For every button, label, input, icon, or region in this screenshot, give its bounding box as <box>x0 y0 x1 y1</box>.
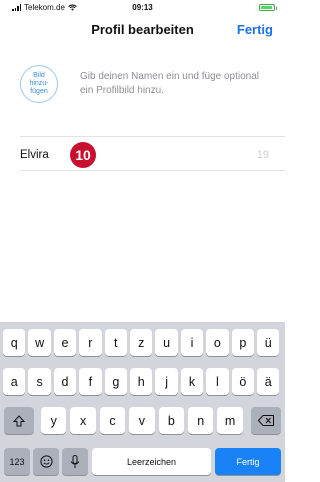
key-f[interactable]: f <box>79 368 102 395</box>
key-p[interactable]: p <box>231 329 254 356</box>
microphone-key[interactable] <box>62 448 88 475</box>
key-ü[interactable]: ü <box>257 329 280 356</box>
key-i[interactable]: i <box>180 329 204 356</box>
key-x[interactable]: x <box>70 407 96 434</box>
delete-icon <box>258 415 274 426</box>
remaining-char-count: 19 <box>256 149 269 161</box>
shift-icon <box>13 414 25 426</box>
key-h[interactable]: h <box>130 368 153 395</box>
key-n[interactable]: n <box>188 407 214 434</box>
key-v[interactable]: v <box>129 407 155 434</box>
key-k[interactable]: k <box>180 368 204 395</box>
key-l[interactable]: l <box>206 368 229 395</box>
shift-key[interactable] <box>4 407 34 434</box>
phone-screen: Telekom.de 09:13 Profil bearbeiten Ferti… <box>0 0 285 482</box>
status-time: 09:13 <box>132 3 153 12</box>
add-photo-label: Bild hinzu- fügen <box>29 72 49 95</box>
microphone-icon <box>70 454 80 468</box>
key-ä[interactable]: ä <box>257 368 280 395</box>
battery-icon <box>259 4 277 11</box>
key-w[interactable]: w <box>28 329 51 356</box>
numbers-key[interactable]: 123 <box>4 448 30 475</box>
key-b[interactable]: b <box>158 407 184 434</box>
key-e[interactable]: e <box>53 329 77 356</box>
add-photo-button[interactable]: Bild hinzu- fügen <box>20 65 58 103</box>
key-z[interactable]: z <box>130 329 153 356</box>
key-y[interactable]: y <box>41 407 67 434</box>
done-button[interactable]: Fertig <box>237 22 273 37</box>
key-d[interactable]: d <box>53 368 77 395</box>
key-a[interactable]: a <box>3 368 26 395</box>
emoji-key[interactable] <box>33 448 59 475</box>
key-c[interactable]: c <box>99 407 126 434</box>
key-r[interactable]: r <box>79 329 102 356</box>
key-m[interactable]: m <box>217 407 243 434</box>
name-input[interactable]: Elvira <box>20 149 49 161</box>
status-bar: Telekom.de 09:13 <box>0 0 285 16</box>
keyboard: qwertzuiopü asdfghjklöä yxcvbnm 123 Leer… <box>0 322 285 482</box>
key-s[interactable]: s <box>28 368 51 395</box>
space-key[interactable]: Leerzeichen <box>92 448 211 475</box>
divider-bottom <box>20 170 285 171</box>
key-o[interactable]: o <box>206 329 229 356</box>
key-q[interactable]: q <box>3 329 26 356</box>
return-key[interactable]: Fertig <box>215 448 281 475</box>
key-t[interactable]: t <box>104 329 127 356</box>
key-g[interactable]: g <box>104 368 127 395</box>
key-ö[interactable]: ö <box>231 368 254 395</box>
emoji-icon <box>39 455 53 468</box>
profile-hint: Gib deinen Namen ein und füge optional e… <box>80 71 260 96</box>
step-badge: 10 <box>70 142 96 168</box>
battery-level <box>261 6 272 9</box>
key-j[interactable]: j <box>155 368 178 395</box>
key-u[interactable]: u <box>155 329 178 356</box>
delete-key[interactable] <box>251 407 281 434</box>
divider-top <box>20 136 285 137</box>
